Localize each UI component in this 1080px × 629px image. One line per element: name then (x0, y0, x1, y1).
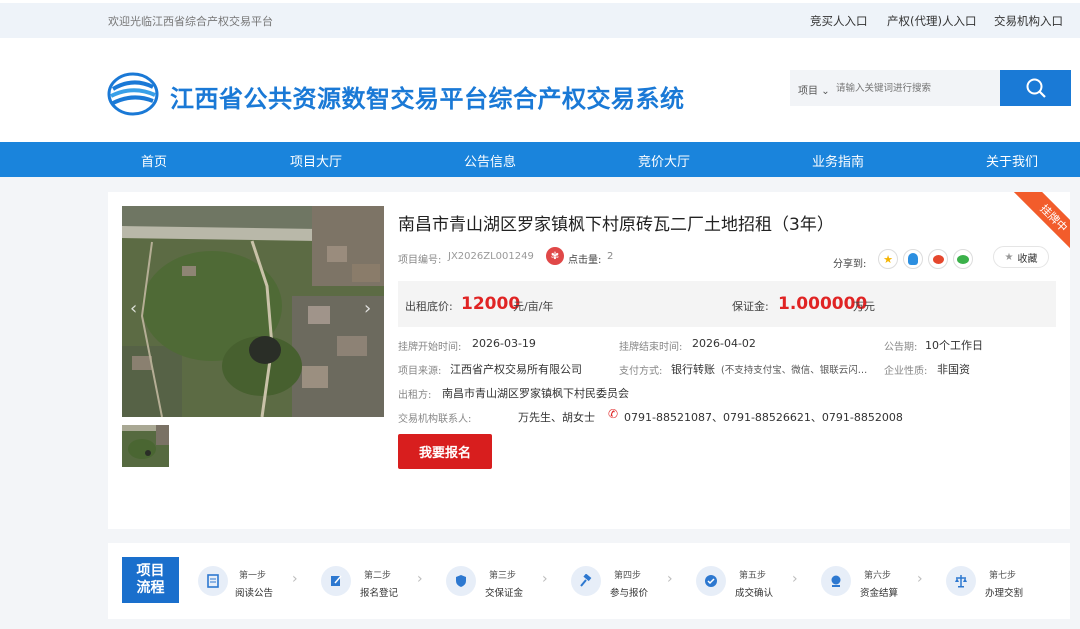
nav-bidding-hall[interactable]: 竞价大厅 (638, 151, 690, 170)
rent-price-unit: 元/亩/年 (513, 300, 554, 313)
nav-announcements[interactable]: 公告信息 (464, 151, 516, 170)
step-7-number: 第七步 (989, 571, 1017, 581)
edit-icon (321, 566, 351, 596)
search-icon (1026, 78, 1046, 98)
buyer-entry-link[interactable]: 竞买人入口 (810, 13, 868, 29)
prev-image-arrow[interactable]: ‹ (130, 298, 137, 319)
check-icon (696, 566, 726, 596)
payment-method: 银行转账 (671, 363, 715, 376)
project-code-label: 项目编号: (398, 255, 442, 266)
process-label-line2: 流程 (136, 580, 165, 596)
deposit-unit: 万元 (853, 300, 875, 313)
lessor-label: 出租方: (398, 390, 432, 401)
contact-label: 交易机构联系人: (398, 414, 472, 425)
chevron-down-icon: ⌄ (821, 86, 830, 97)
step-5-number: 第五步 (739, 571, 767, 581)
favorite-label: 收藏 (1017, 253, 1038, 265)
search-button[interactable] (1000, 70, 1071, 106)
click-count: 2 (607, 251, 614, 262)
deposit-label: 保证金: (732, 300, 769, 313)
search-input[interactable] (836, 76, 996, 100)
weibo-share-icon[interactable] (928, 249, 948, 269)
money-icon (821, 566, 851, 596)
nav-business-guide[interactable]: 业务指南 (812, 151, 864, 170)
process-label-line1: 项目 (136, 563, 165, 579)
enterprise-nature: 非国资 (937, 363, 970, 376)
share-label: 分享到: (833, 259, 867, 270)
chevron-right-icon: › (542, 571, 548, 587)
project-aerial-photo[interactable] (122, 206, 384, 417)
chevron-right-icon: › (792, 571, 798, 587)
favorite-button[interactable]: ★ 收藏 (993, 246, 1049, 268)
shield-icon (446, 566, 476, 596)
end-time-label: 挂牌结束时间: (619, 342, 683, 353)
start-time-label: 挂牌开始时间: (398, 342, 462, 353)
step-1-label: 阅读公告 (235, 588, 274, 599)
gavel-icon (571, 566, 601, 596)
rent-price-value: 12000 (461, 294, 521, 314)
step-5-label: 成交确认 (735, 588, 774, 599)
step-2-number: 第二步 (364, 571, 392, 581)
lessor: 南昌市青山湖区罗家镇枫下村民委员会 (442, 387, 629, 400)
nav-about-us[interactable]: 关于我们 (986, 151, 1038, 170)
step-1-number: 第一步 (239, 571, 267, 581)
qzone-share-icon[interactable]: ★ (878, 249, 898, 269)
contact-person: 万先生、胡女士 (518, 411, 595, 424)
scale-icon (946, 566, 976, 596)
process-label: 项目 流程 (122, 557, 179, 603)
chevron-right-icon: › (417, 571, 423, 587)
enterprise-nature-label: 企业性质: (884, 366, 928, 377)
contact-phone: 0791-88521087、0791-88526621、0791-8852008 (624, 411, 903, 424)
step-3-number: 第三步 (489, 571, 517, 581)
step-6-label: 资金结算 (860, 588, 899, 599)
project-code: JX2026ZL001249 (448, 251, 534, 262)
chevron-right-icon: › (667, 571, 673, 587)
payment-method-label: 支付方式: (619, 366, 663, 377)
click-count-icon: ✾ (546, 247, 564, 265)
phone-icon: ✆ (608, 407, 619, 421)
click-count-label: 点击量: (568, 255, 602, 266)
step-4-number: 第四步 (614, 571, 642, 581)
search-type-label: 项目 (798, 86, 818, 97)
project-title: 南昌市青山湖区罗家镇枫下村原砖瓦二厂土地招租（3年） (398, 215, 834, 235)
step-4-label: 参与报价 (610, 588, 649, 599)
next-image-arrow[interactable]: › (364, 298, 371, 319)
image-thumbnail[interactable] (122, 425, 169, 467)
project-source: 江西省产权交易所有限公司 (450, 363, 582, 376)
chevron-right-icon: › (292, 571, 298, 587)
wechat-share-icon[interactable] (953, 249, 973, 269)
chevron-right-icon: › (917, 571, 923, 587)
document-icon (198, 566, 228, 596)
agent-entry-link[interactable]: 产权(代理)人入口 (887, 13, 976, 29)
qq-share-icon[interactable] (903, 249, 923, 269)
welcome-text: 欢迎光临江西省综合产权交易平台 (108, 15, 273, 28)
star-icon: ★ (1004, 251, 1014, 263)
payment-note: (不支持支付宝、微信、银联云闪… (721, 365, 868, 376)
rent-price-label: 出租底价: (405, 300, 453, 313)
announce-period: 10个工作日 (925, 339, 983, 352)
site-logo[interactable] (107, 71, 159, 117)
step-3-label: 交保证金 (485, 588, 524, 599)
start-time: 2026-03-19 (472, 337, 536, 350)
step-2-label: 报名登记 (360, 588, 399, 599)
project-source-label: 项目来源: (398, 366, 442, 377)
nav-home[interactable]: 首页 (141, 151, 167, 170)
site-title: 江西省公共资源数智交易平台综合产权交易系统 (170, 85, 685, 113)
institution-entry-link[interactable]: 交易机构入口 (994, 13, 1063, 29)
step-7-label: 办理交割 (985, 588, 1024, 599)
step-6-number: 第六步 (864, 571, 892, 581)
announce-period-label: 公告期: (884, 342, 918, 353)
signup-button[interactable]: 我要报名 (398, 434, 492, 469)
nav-project-hall[interactable]: 项目大厅 (290, 151, 342, 170)
search-type-select[interactable]: 项目 ⌄ (798, 82, 830, 97)
end-time: 2026-04-02 (692, 337, 756, 350)
